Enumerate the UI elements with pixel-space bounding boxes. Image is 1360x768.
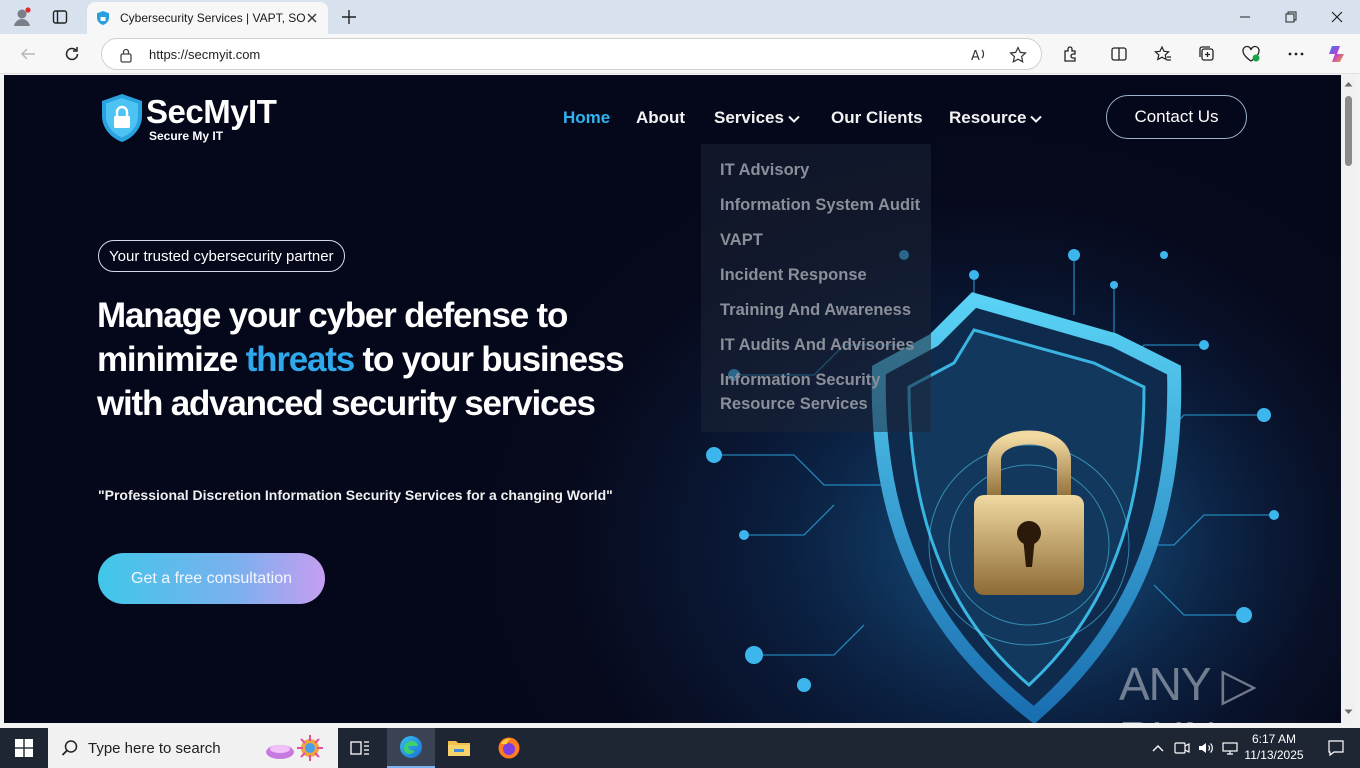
task-view-icon[interactable] (336, 728, 384, 768)
close-tab-icon[interactable] (305, 11, 319, 25)
svg-text:A: A (971, 49, 980, 64)
close-window-icon[interactable] (1314, 0, 1360, 34)
free-consultation-button[interactable]: Get a free consultation (98, 553, 325, 604)
search-highlight-icon (266, 735, 323, 761)
notifications-icon[interactable] (1312, 728, 1360, 768)
extensions-icon[interactable] (1060, 43, 1082, 65)
new-tab-icon[interactable] (338, 6, 360, 28)
chevron-down-icon (788, 115, 800, 123)
dropdown-item-it-audits[interactable]: IT Audits And Advisories (720, 333, 914, 357)
dropdown-item-training[interactable]: Training And Awareness (720, 298, 911, 322)
system-clock[interactable]: 6:17 AM 11/13/2025 (1244, 731, 1304, 763)
split-screen-icon[interactable] (1108, 43, 1130, 65)
nav-services[interactable]: Services (714, 108, 800, 128)
profile-icon[interactable] (8, 5, 36, 29)
clock-date: 11/13/2025 (1244, 748, 1304, 762)
favorite-star-icon[interactable] (1008, 45, 1028, 65)
show-hidden-icons[interactable] (1146, 728, 1170, 768)
hero-headline: Manage your cyber defense to minimize th… (97, 294, 637, 426)
nav-our-clients[interactable]: Our Clients (831, 108, 923, 128)
dropdown-item-vapt[interactable]: VAPT (720, 228, 763, 252)
tab-title: Cybersecurity Services | VAPT, SOC (120, 11, 306, 25)
url-text: https://secmyit.com (149, 47, 261, 62)
copilot-icon[interactable] (1326, 43, 1348, 65)
scroll-up-icon[interactable] (1344, 81, 1353, 87)
site-favicon-icon (97, 11, 109, 25)
anyrun-watermark: ANY ▷ RUN (1119, 658, 1257, 723)
nav-resource-label: Resource (949, 108, 1027, 127)
dropdown-item-info-security[interactable]: Information Security (720, 368, 880, 392)
site-logo[interactable]: SecMyIT Secure My IT (100, 93, 277, 143)
meet-now-icon[interactable] (1170, 728, 1194, 768)
shield-lock-logo-icon (102, 94, 142, 142)
url-field[interactable]: https://secmyit.com A (101, 38, 1042, 70)
scrollbar-thumb[interactable] (1345, 96, 1352, 166)
firefox-icon[interactable] (485, 728, 533, 768)
windows-taskbar: Type here to search 6:17 AM 11/13/2025 (0, 728, 1360, 768)
collections-icon[interactable] (1196, 43, 1218, 65)
file-explorer-icon[interactable] (435, 728, 483, 768)
windows-start-icon[interactable] (0, 728, 48, 768)
contact-us-button[interactable]: Contact Us (1106, 95, 1247, 139)
hero-badge: Your trusted cybersecurity partner (98, 240, 345, 272)
network-icon[interactable] (1218, 728, 1242, 768)
edge-taskbar-icon[interactable] (387, 728, 435, 768)
dropdown-item-incident-response[interactable]: Incident Response (720, 263, 867, 287)
address-toolbar: https://secmyit.com A (0, 34, 1360, 74)
dropdown-item-is-audit[interactable]: Information System Audit (720, 193, 920, 217)
nav-resource[interactable]: Resource (949, 108, 1043, 128)
nav-home[interactable]: Home (563, 108, 610, 128)
back-icon[interactable] (14, 41, 42, 67)
restore-icon[interactable] (1268, 0, 1314, 34)
scroll-down-icon[interactable] (1344, 709, 1353, 715)
logo-tagline: Secure My IT (149, 129, 224, 143)
browser-tab-bar: Cybersecurity Services | VAPT, SOC (0, 0, 1360, 34)
workspaces-icon[interactable] (46, 5, 74, 29)
favorites-icon[interactable] (1152, 43, 1174, 65)
read-aloud-icon[interactable]: A (969, 45, 989, 65)
headline-highlight: threats (245, 340, 356, 379)
volume-icon[interactable] (1194, 728, 1218, 768)
taskbar-search[interactable]: Type here to search (48, 728, 338, 768)
clock-time: 6:17 AM (1251, 732, 1297, 746)
services-dropdown: IT Advisory Information System Audit VAP… (701, 144, 931, 432)
active-tab[interactable]: Cybersecurity Services | VAPT, SOC (87, 2, 328, 34)
browser-essentials-icon[interactable] (1240, 43, 1262, 65)
nav-about[interactable]: About (636, 108, 685, 128)
page-scrollbar[interactable] (1341, 75, 1356, 723)
refresh-icon[interactable] (58, 41, 86, 67)
search-placeholder: Type here to search (88, 740, 221, 757)
dropdown-item-resource-services[interactable]: Resource Services (720, 392, 868, 416)
chevron-down-icon (1030, 115, 1043, 123)
nav-services-label: Services (714, 108, 784, 127)
more-options-icon[interactable] (1285, 43, 1307, 65)
search-icon (61, 740, 78, 756)
logo-name: SecMyIT (146, 93, 277, 130)
lock-icon[interactable] (119, 47, 133, 63)
hero-quote: "Professional Discretion Information Sec… (98, 487, 613, 503)
dropdown-item-it-advisory[interactable]: IT Advisory (720, 158, 809, 182)
minimize-icon[interactable] (1222, 0, 1268, 34)
web-page: SecMyIT Secure My IT Home About Services… (4, 75, 1341, 723)
